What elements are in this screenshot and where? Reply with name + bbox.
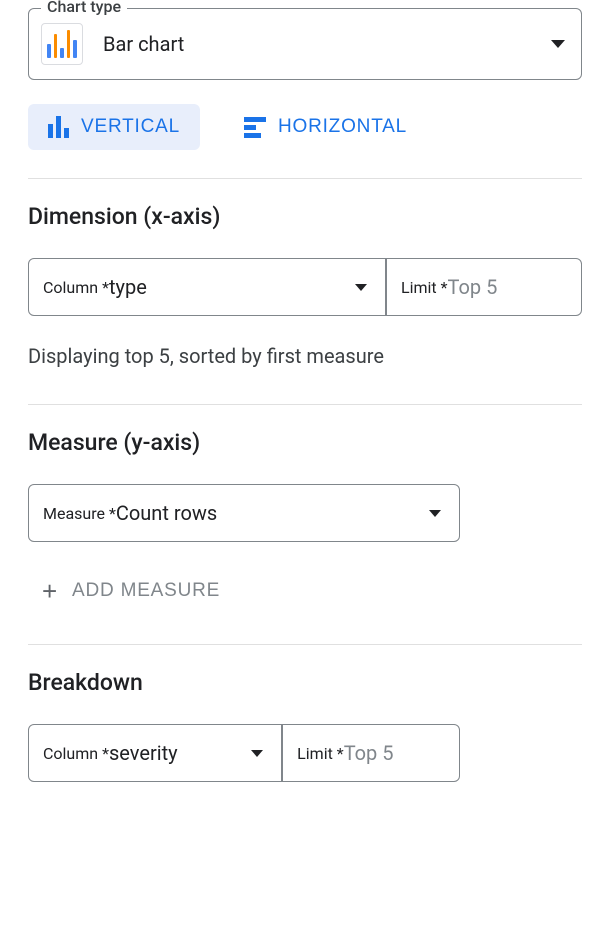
dimension-title: Dimension (x-axis) [28, 203, 582, 230]
vertical-bars-icon [48, 116, 69, 138]
breakdown-limit-legend: Limit * [297, 744, 344, 763]
divider [28, 178, 582, 179]
breakdown-title: Breakdown [28, 669, 582, 696]
dimension-info: Displaying top 5, sorted by first measur… [28, 344, 582, 368]
chart-type-value: Bar chart [103, 32, 551, 56]
bar-chart-icon [41, 23, 83, 65]
breakdown-limit-value: Top 5 [344, 741, 394, 765]
dimension-limit-legend: Limit * [401, 278, 448, 297]
breakdown-row: Column * severity Limit * Top 5 [28, 724, 460, 782]
measure-select[interactable]: Measure * Count rows [28, 484, 460, 542]
dimension-row: Column * type Limit * Top 5 [28, 258, 582, 316]
dimension-column-value: type [109, 275, 355, 299]
breakdown-column-value: severity [109, 741, 251, 765]
vertical-toggle[interactable]: VERTICAL [28, 104, 200, 150]
breakdown-column-select[interactable]: Column * severity [28, 724, 282, 782]
dimension-column-select[interactable]: Column * type [28, 258, 386, 316]
chevron-down-icon [251, 750, 263, 757]
add-measure-label: ADD MEASURE [72, 580, 220, 602]
breakdown-limit-input[interactable]: Limit * Top 5 [281, 724, 460, 782]
measure-value: Count rows [116, 501, 429, 525]
measure-title: Measure (y-axis) [28, 429, 582, 456]
chart-type-select[interactable]: Chart type Bar chart [28, 8, 582, 80]
divider [28, 404, 582, 405]
chart-type-legend: Chart type [41, 0, 127, 16]
horizontal-label: HORIZONTAL [278, 116, 407, 138]
divider [28, 644, 582, 645]
horizontal-bars-icon [244, 117, 266, 138]
horizontal-toggle[interactable]: HORIZONTAL [224, 104, 427, 150]
plus-icon: + [42, 578, 58, 604]
chevron-down-icon [429, 510, 441, 517]
chevron-down-icon [551, 40, 565, 48]
dimension-limit-value: Top 5 [448, 275, 498, 299]
add-measure-button[interactable]: + ADD MEASURE [42, 570, 220, 612]
vertical-label: VERTICAL [81, 116, 180, 138]
dimension-column-legend: Column * [43, 278, 109, 297]
orientation-toggle: VERTICAL HORIZONTAL [28, 104, 582, 150]
breakdown-column-legend: Column * [43, 744, 109, 763]
measure-legend: Measure * [43, 504, 116, 523]
chevron-down-icon [355, 284, 367, 291]
dimension-limit-input[interactable]: Limit * Top 5 [385, 258, 582, 316]
